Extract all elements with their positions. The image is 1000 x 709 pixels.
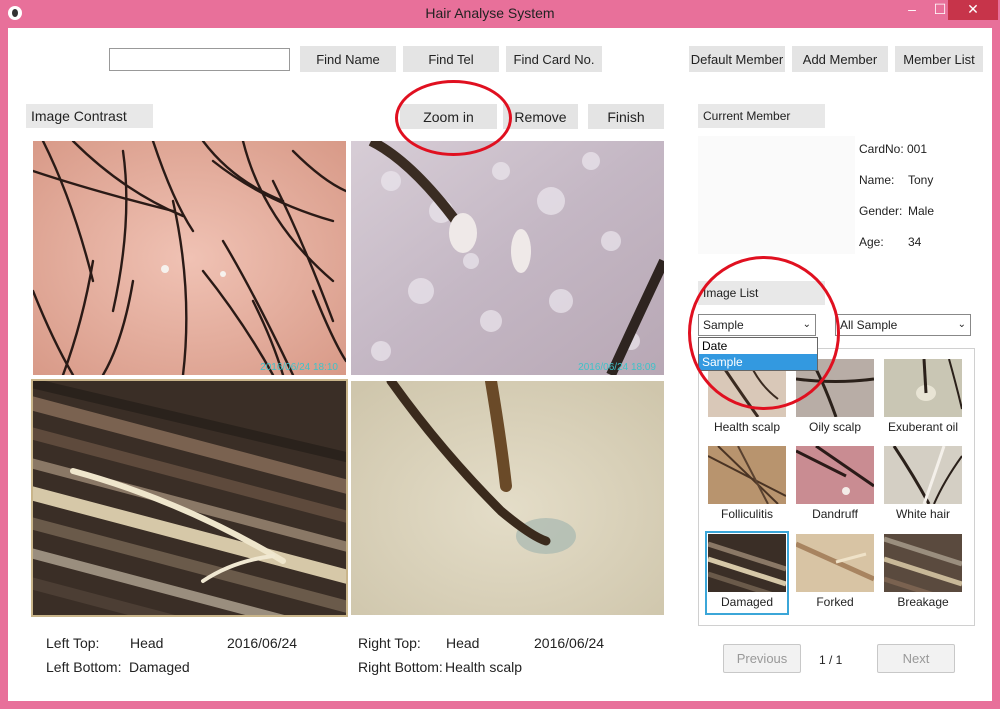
thumbnail-white-hair[interactable]: White hair	[883, 445, 963, 525]
left-top-label: Left Top:	[46, 635, 100, 651]
thumbnail-image	[884, 534, 962, 592]
left-top-date: 2016/06/24	[227, 635, 298, 651]
default-member-button[interactable]: Default Member	[689, 46, 785, 72]
filter-select-value: All Sample	[840, 318, 898, 332]
thumbnail-image	[708, 446, 786, 504]
app-window: Hair Analyse System – ☐ ✕ Find Name Find…	[0, 0, 1000, 709]
name-label: Name:	[859, 173, 895, 187]
thumbnail-folliculitis[interactable]: Folliculitis	[707, 445, 787, 525]
filter-select[interactable]: All Sample ⌄	[835, 314, 971, 336]
scalp-closeup-photo	[351, 141, 664, 375]
thumbnail-label: Folliculitis	[720, 507, 773, 521]
page-indicator: 1 / 1	[819, 653, 843, 667]
thumbnail-image	[796, 446, 874, 504]
right-bottom-label: Right Bottom:	[358, 659, 443, 675]
contrast-image-right-bottom[interactable]	[351, 381, 664, 615]
thumbnail-image	[796, 534, 874, 592]
next-button[interactable]: Next	[877, 644, 955, 673]
contrast-image-left-top[interactable]: 2016/06/24 18:10	[33, 141, 346, 375]
right-top-date: 2016/06/24	[534, 635, 605, 651]
thumbnail-label: Breakage	[897, 595, 949, 609]
thumbnail-label: Exuberant oil	[887, 420, 959, 434]
find-name-button[interactable]: Find Name	[300, 46, 396, 72]
client-area: Find Name Find Tel Find Card No. Default…	[8, 28, 992, 701]
right-top-part: Head	[446, 635, 480, 651]
thumbnail-exuberant-oil[interactable]: Exuberant oil	[883, 358, 963, 438]
gender-value: Male	[908, 204, 935, 218]
thumbnail-label: Dandruff	[812, 507, 858, 521]
thumbnail-image	[708, 534, 786, 592]
find-card-button[interactable]: Find Card No.	[506, 46, 602, 72]
name-value: Tony	[908, 173, 934, 187]
chevron-down-icon: ⌄	[957, 319, 966, 330]
cardno-label: CardNo:	[859, 142, 904, 156]
thumbnail-label: White hair	[895, 507, 951, 521]
cardno-value: 001	[907, 142, 928, 156]
image-timestamp: 2016/06/24 18:10	[260, 362, 338, 373]
left-bottom-label: Left Bottom:	[46, 659, 122, 675]
thumbnail-label: Oily scalp	[808, 420, 861, 434]
thumbnail-dandruff[interactable]: Dandruff	[795, 445, 875, 525]
age-value: 34	[908, 235, 922, 249]
minimize-button[interactable]: –	[898, 0, 926, 20]
gender-label: Gender:	[859, 204, 903, 218]
finish-button[interactable]: Finish	[588, 104, 664, 129]
find-tel-button[interactable]: Find Tel	[403, 46, 499, 72]
image-timestamp: 2016/06/24 18:09	[578, 362, 656, 373]
window-title: Hair Analyse System	[425, 5, 555, 21]
scalp-photo	[33, 141, 346, 375]
thumbnail-damaged[interactable]: Damaged	[705, 531, 789, 615]
age-label: Age:	[859, 235, 884, 249]
highlight-circle-image-list	[688, 256, 840, 410]
thumbnail-image	[884, 446, 962, 504]
add-member-button[interactable]: Add Member	[792, 46, 888, 72]
healthy-scalp-photo	[351, 381, 664, 615]
search-input[interactable]	[109, 48, 290, 71]
close-button[interactable]: ✕	[948, 0, 998, 20]
member-photo	[698, 136, 855, 254]
damaged-hair-photo	[33, 381, 346, 615]
member-list-button[interactable]: Member List	[895, 46, 983, 72]
contrast-image-left-bottom[interactable]	[31, 379, 348, 617]
current-member-label: Current Member	[698, 104, 825, 128]
thumbnail-label: Health scalp	[713, 420, 781, 434]
thumbnail-forked[interactable]: Forked	[795, 533, 875, 613]
left-bottom-value: Damaged	[129, 659, 190, 675]
right-top-label: Right Top:	[358, 635, 421, 651]
left-top-part: Head	[130, 635, 164, 651]
thumbnail-label: Damaged	[720, 595, 774, 609]
highlight-circle-zoom	[395, 80, 512, 156]
contrast-image-right-top[interactable]: 2016/06/24 18:09	[351, 141, 664, 375]
thumbnail-breakage[interactable]: Breakage	[883, 533, 963, 613]
remove-button[interactable]: Remove	[503, 104, 578, 129]
title-bar[interactable]: Hair Analyse System – ☐ ✕	[0, 0, 1000, 28]
thumbnail-image	[884, 359, 962, 417]
image-contrast-label: Image Contrast	[26, 104, 153, 128]
right-bottom-value: Health scalp	[445, 659, 523, 675]
thumbnail-label: Forked	[816, 595, 854, 609]
previous-button[interactable]: Previous	[723, 644, 801, 673]
